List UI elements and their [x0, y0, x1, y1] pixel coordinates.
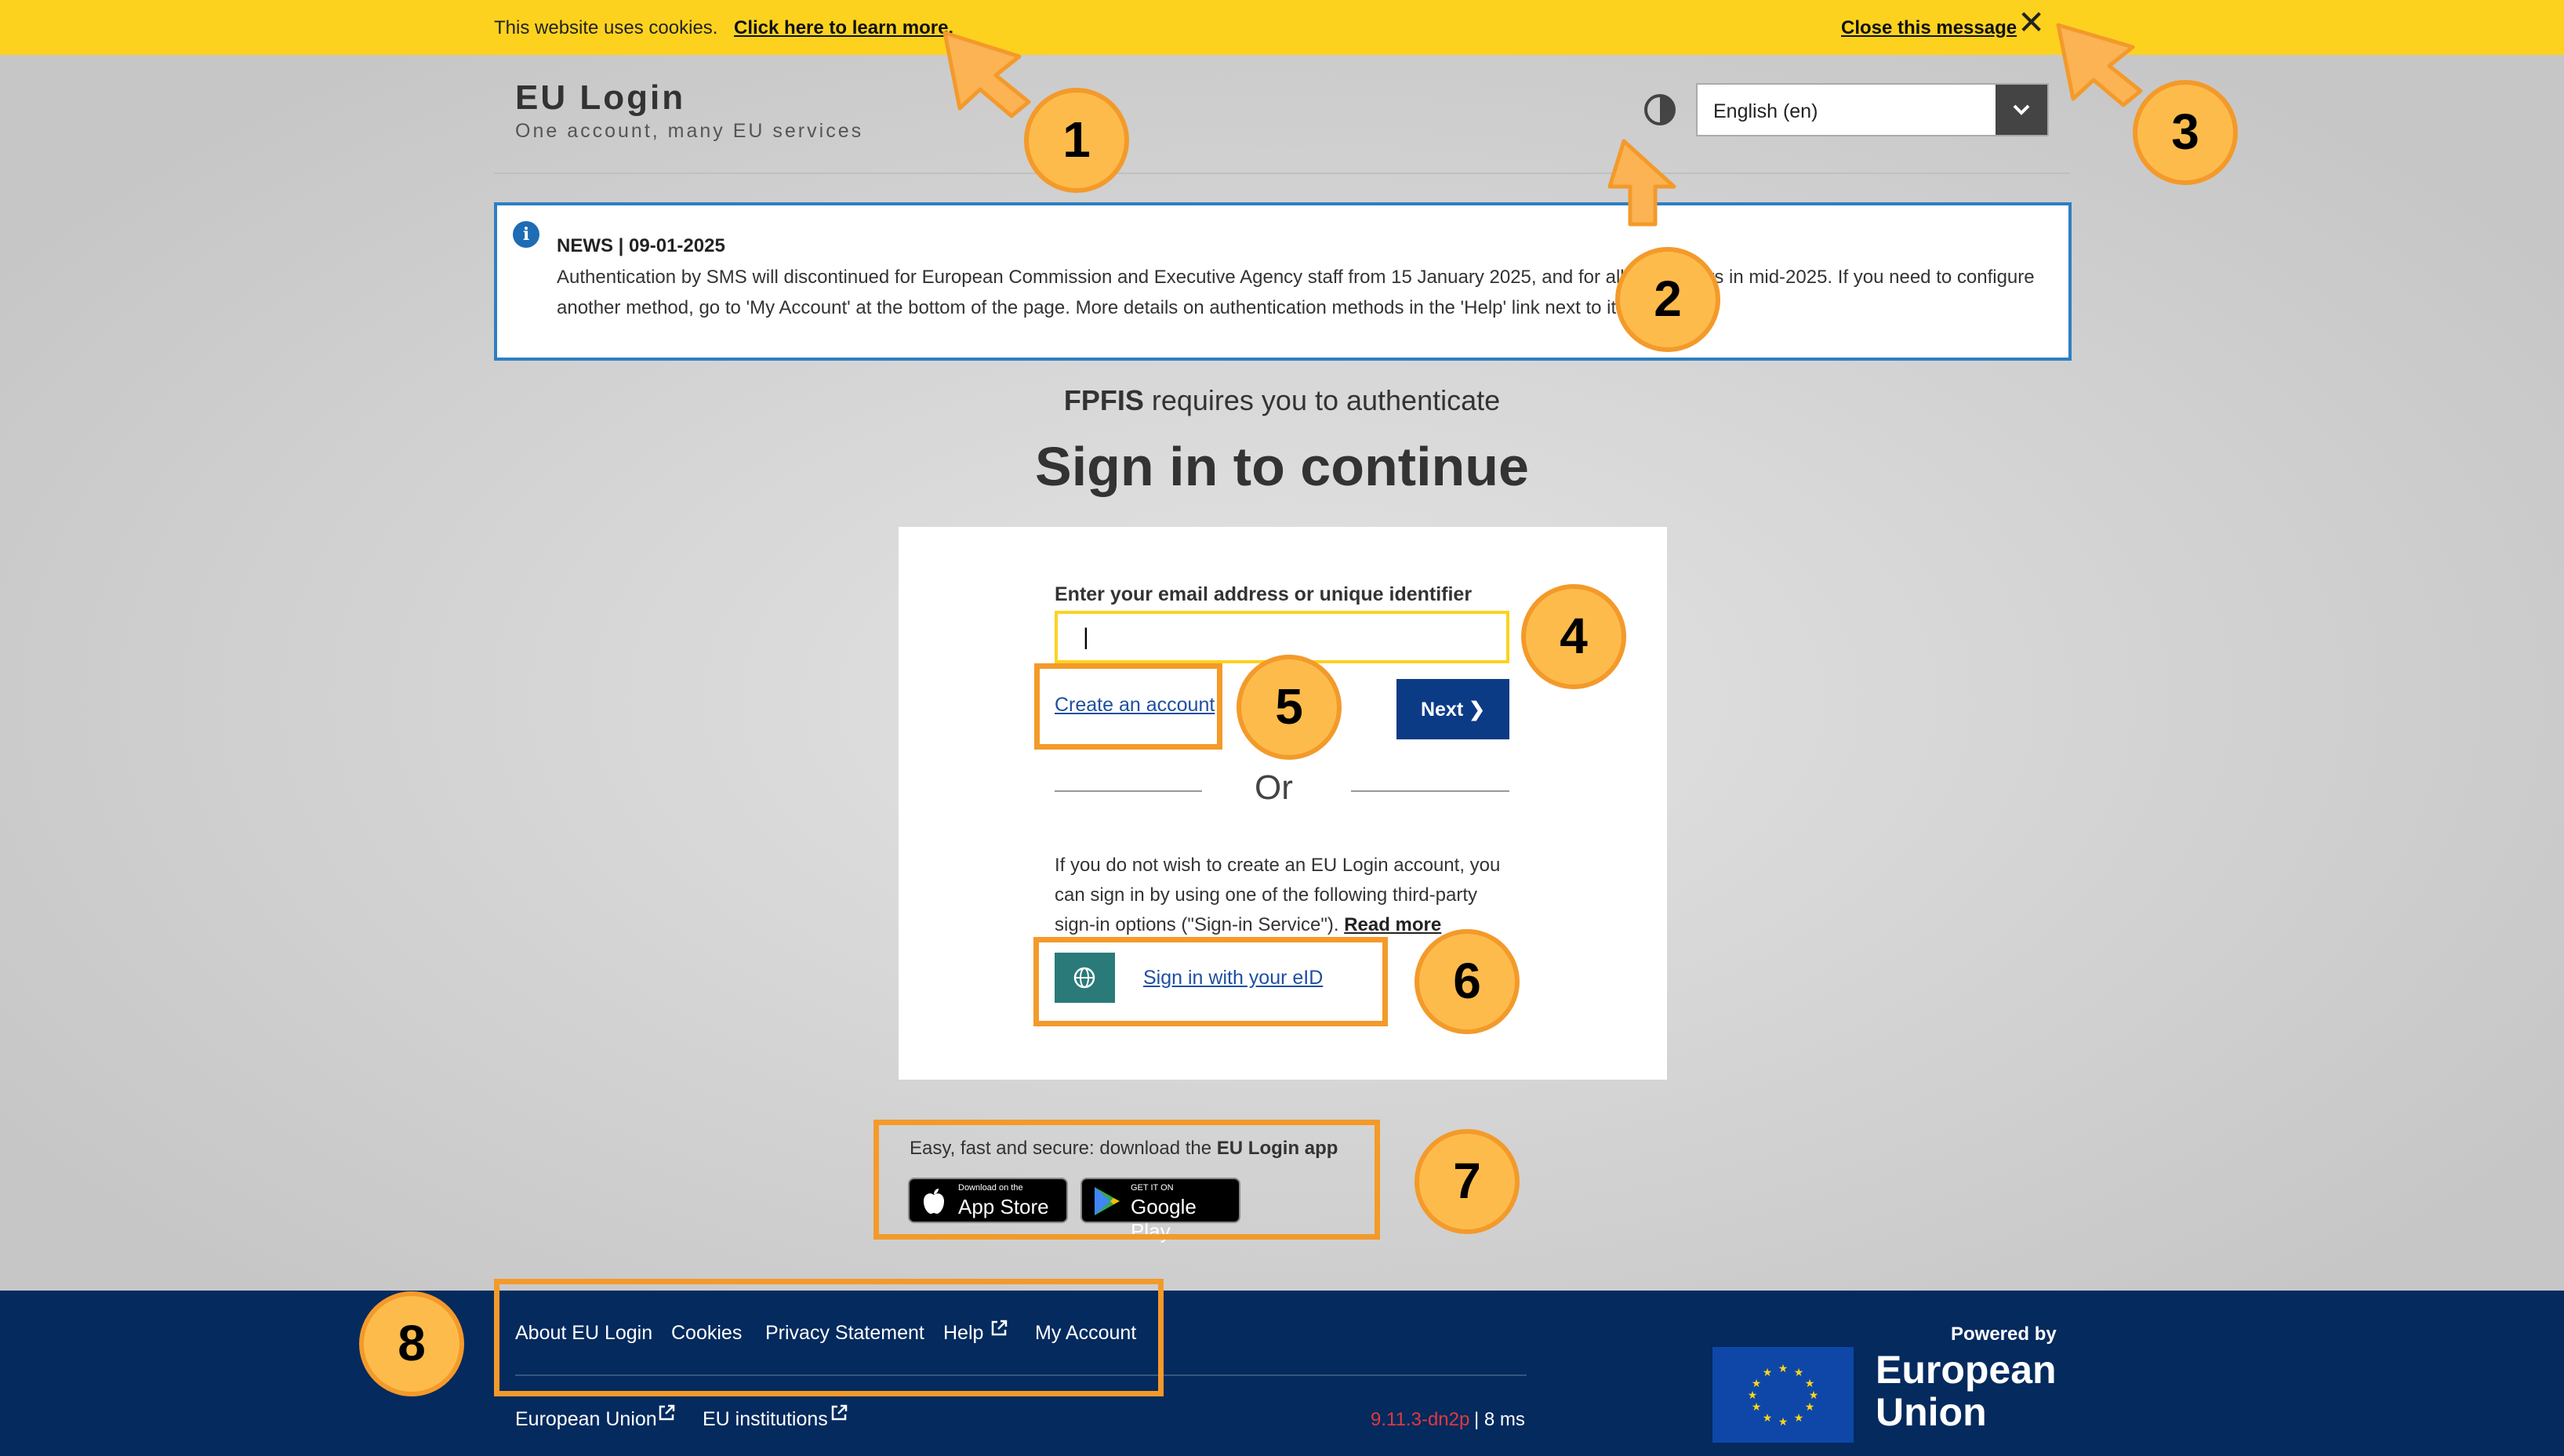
callout-1: 1: [1024, 88, 1129, 193]
arrow-icon: [942, 31, 1031, 118]
callout-2: 2: [1615, 247, 1720, 352]
callout-8: 8: [359, 1291, 464, 1396]
callout-6: 6: [1415, 929, 1520, 1034]
highlight-create-account: [1034, 663, 1222, 750]
callout-7: 7: [1415, 1129, 1520, 1234]
callout-5: 5: [1237, 655, 1342, 760]
callout-3: 3: [2133, 80, 2238, 185]
highlight-app-download: [873, 1120, 1380, 1240]
highlight-eid-signin: [1033, 937, 1388, 1026]
arrow-icon: [1607, 139, 1676, 227]
highlight-footer-links: [494, 1279, 1164, 1396]
callout-4: 4: [1521, 584, 1626, 689]
arrow-icon: [2056, 23, 2143, 107]
